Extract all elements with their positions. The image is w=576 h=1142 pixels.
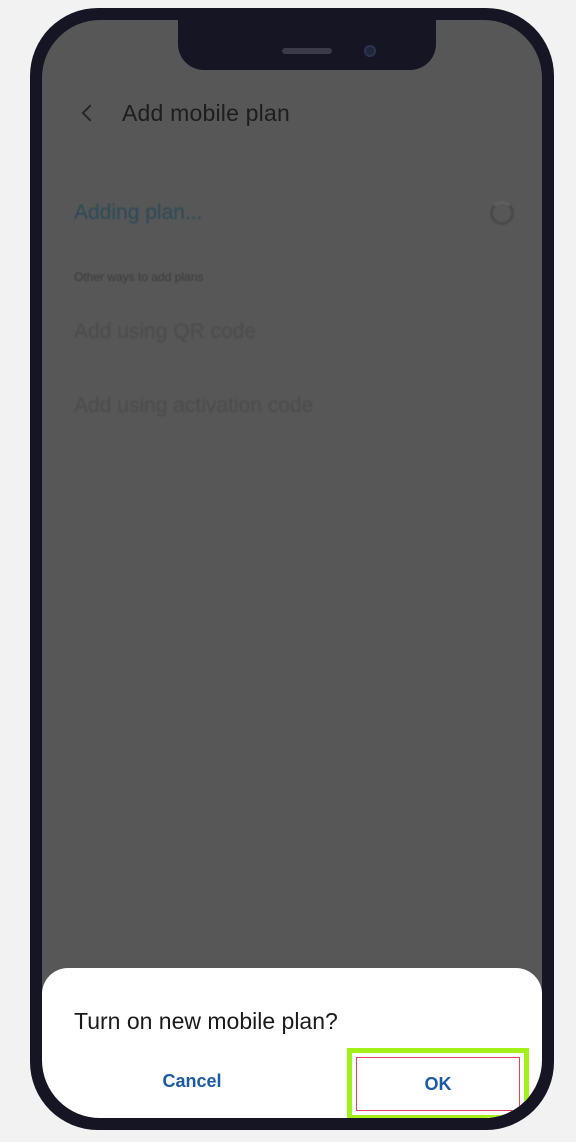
back-chevron-icon[interactable] bbox=[78, 102, 100, 124]
option-add-using-activation-code[interactable]: Add using activation code bbox=[74, 394, 313, 418]
phone-screen: Add mobile plan Adding plan... Other way… bbox=[42, 20, 542, 1118]
adding-plan-row: Adding plan... bbox=[74, 198, 514, 228]
confirm-dialog: Turn on new mobile plan? Cancel OK bbox=[42, 968, 542, 1118]
camera-icon bbox=[364, 45, 376, 57]
ok-button[interactable]: OK bbox=[347, 1048, 529, 1118]
speaker-grille bbox=[282, 48, 332, 54]
ok-button-label: OK bbox=[356, 1057, 520, 1111]
page-title: Add mobile plan bbox=[122, 99, 290, 126]
app-bar: Add mobile plan bbox=[78, 98, 290, 128]
notch bbox=[178, 20, 436, 70]
section-header-other-ways: Other ways to add plans bbox=[74, 270, 204, 284]
dimmed-app-content: Add mobile plan Adding plan... Other way… bbox=[42, 20, 542, 1118]
phone-frame: Add mobile plan Adding plan... Other way… bbox=[30, 8, 554, 1130]
dialog-actions: Cancel OK bbox=[42, 1048, 542, 1118]
spinner-icon bbox=[490, 201, 514, 225]
dialog-title: Turn on new mobile plan? bbox=[74, 1008, 338, 1034]
option-add-using-qr-code[interactable]: Add using QR code bbox=[74, 320, 256, 344]
adding-plan-label: Adding plan... bbox=[74, 201, 203, 224]
cancel-button[interactable]: Cancel bbox=[112, 1054, 272, 1108]
